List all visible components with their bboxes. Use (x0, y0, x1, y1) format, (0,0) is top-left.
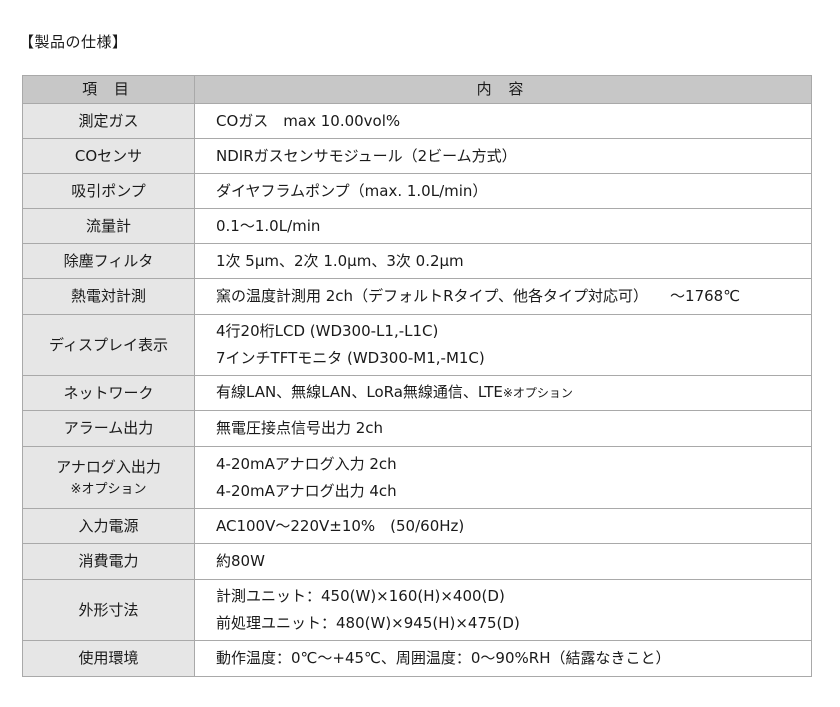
column-header-content: 内 容 (194, 75, 812, 104)
row-value: 窯の温度計測用 2ch（デフォルトRタイプ、他各タイプ対応可） ～1768℃ (194, 278, 812, 315)
table-row: 除塵フィルタ 1次 5µm、2次 1.0µm、3次 0.2µm (22, 243, 812, 279)
table-header-row: 項 目 内 容 (22, 75, 812, 104)
row-value-line: 7インチTFTモニタ (WD300-M1,-M1C) (216, 349, 485, 367)
row-value: 4-20mAアナログ入力 2ch 4-20mAアナログ出力 4ch (194, 446, 812, 509)
page-title: 【製品の仕様】 (19, 33, 128, 51)
column-header-item: 項 目 (22, 75, 195, 104)
row-value: NDIRガスセンサモジュール（2ビーム方式） (194, 138, 812, 174)
row-label: 使用環境 (22, 640, 195, 677)
spec-table: 項 目 内 容 測定ガス COガス max 10.00vol% COセンサ ND… (22, 75, 812, 677)
row-label: 測定ガス (22, 103, 195, 139)
row-value: 約80W (194, 543, 812, 580)
row-value-range: ～1768℃ (670, 287, 741, 305)
row-value: 動作温度：0℃～+45℃、周囲温度：0～90%RH（結露なきこと） (194, 640, 812, 677)
row-label: 外形寸法 (22, 579, 195, 641)
row-value: 計測ユニット：450(W)×160(H)×400(D) 前処理ユニット：480(… (194, 579, 812, 641)
row-label: ディスプレイ表示 (22, 314, 195, 376)
row-label: アラーム出力 (22, 410, 195, 447)
row-value: AC100V～220V±10% (50/60Hz) (194, 508, 812, 544)
table-row: アラーム出力 無電圧接点信号出力 2ch (22, 410, 812, 447)
table-row: ネットワーク 有線LAN、無線LAN、LoRa無線通信、LTE※オプション (22, 375, 812, 411)
table-row: 流量計 0.1～1.0L/min (22, 208, 812, 244)
row-value-line: 4-20mAアナログ出力 4ch (216, 481, 397, 500)
row-value: 無電圧接点信号出力 2ch (194, 410, 812, 447)
row-label-note: ※オプション (70, 481, 147, 497)
table-row: 測定ガス COガス max 10.00vol% (22, 103, 812, 139)
row-label: ネットワーク (22, 375, 195, 411)
table-row: 入力電源 AC100V～220V±10% (50/60Hz) (22, 508, 812, 544)
table-row: アナログ入出力 ※オプション 4-20mAアナログ入力 2ch 4-20mAアナ… (22, 446, 812, 509)
table-row: 吸引ポンプ ダイヤフラムポンプ（max. 1.0L/min） (22, 173, 812, 209)
row-value: 4行20桁LCD (WD300-L1,-L1C) 7インチTFTモニタ (WD3… (194, 314, 812, 376)
row-label: 熱電対計測 (22, 278, 195, 315)
table-row: 使用環境 動作温度：0℃～+45℃、周囲温度：0～90%RH（結露なきこと） (22, 640, 812, 677)
row-value-text: 窯の温度計測用 2ch（デフォルトRタイプ、他各タイプ対応可） (216, 287, 649, 305)
row-label: アナログ入出力 ※オプション (22, 446, 195, 509)
row-label: COセンサ (22, 138, 195, 174)
row-value-line: 4行20桁LCD (WD300-L1,-L1C) (216, 322, 439, 340)
row-value-line: 計測ユニット：450(W)×160(H)×400(D) (216, 587, 505, 605)
row-label: 吸引ポンプ (22, 173, 195, 209)
table-row: COセンサ NDIRガスセンサモジュール（2ビーム方式） (22, 138, 812, 174)
row-label-main: アナログ入出力 (56, 457, 161, 476)
row-value-line: 前処理ユニット：480(W)×945(H)×475(D) (216, 614, 520, 632)
row-value: ダイヤフラムポンプ（max. 1.0L/min） (194, 173, 812, 209)
row-label: 流量計 (22, 208, 195, 244)
row-label: 除塵フィルタ (22, 243, 195, 279)
row-value: 0.1～1.0L/min (194, 208, 812, 244)
row-value: COガス max 10.00vol% (194, 103, 812, 139)
row-value-text: 有線LAN、無線LAN、LoRa無線通信、LTE (216, 383, 503, 401)
row-value-line: 4-20mAアナログ入力 2ch (216, 454, 397, 473)
row-value: 1次 5µm、2次 1.0µm、3次 0.2µm (194, 243, 812, 279)
table-row: ディスプレイ表示 4行20桁LCD (WD300-L1,-L1C) 7インチTF… (22, 314, 812, 376)
option-note: ※オプション (502, 386, 573, 400)
table-row: 外形寸法 計測ユニット：450(W)×160(H)×400(D) 前処理ユニット… (22, 579, 812, 641)
row-label: 入力電源 (22, 508, 195, 544)
table-row: 熱電対計測 窯の温度計測用 2ch（デフォルトRタイプ、他各タイプ対応可） ～17… (22, 278, 812, 315)
row-label: 消費電力 (22, 543, 195, 580)
table-row: 消費電力 約80W (22, 543, 812, 580)
row-value: 有線LAN、無線LAN、LoRa無線通信、LTE※オプション (194, 375, 812, 411)
